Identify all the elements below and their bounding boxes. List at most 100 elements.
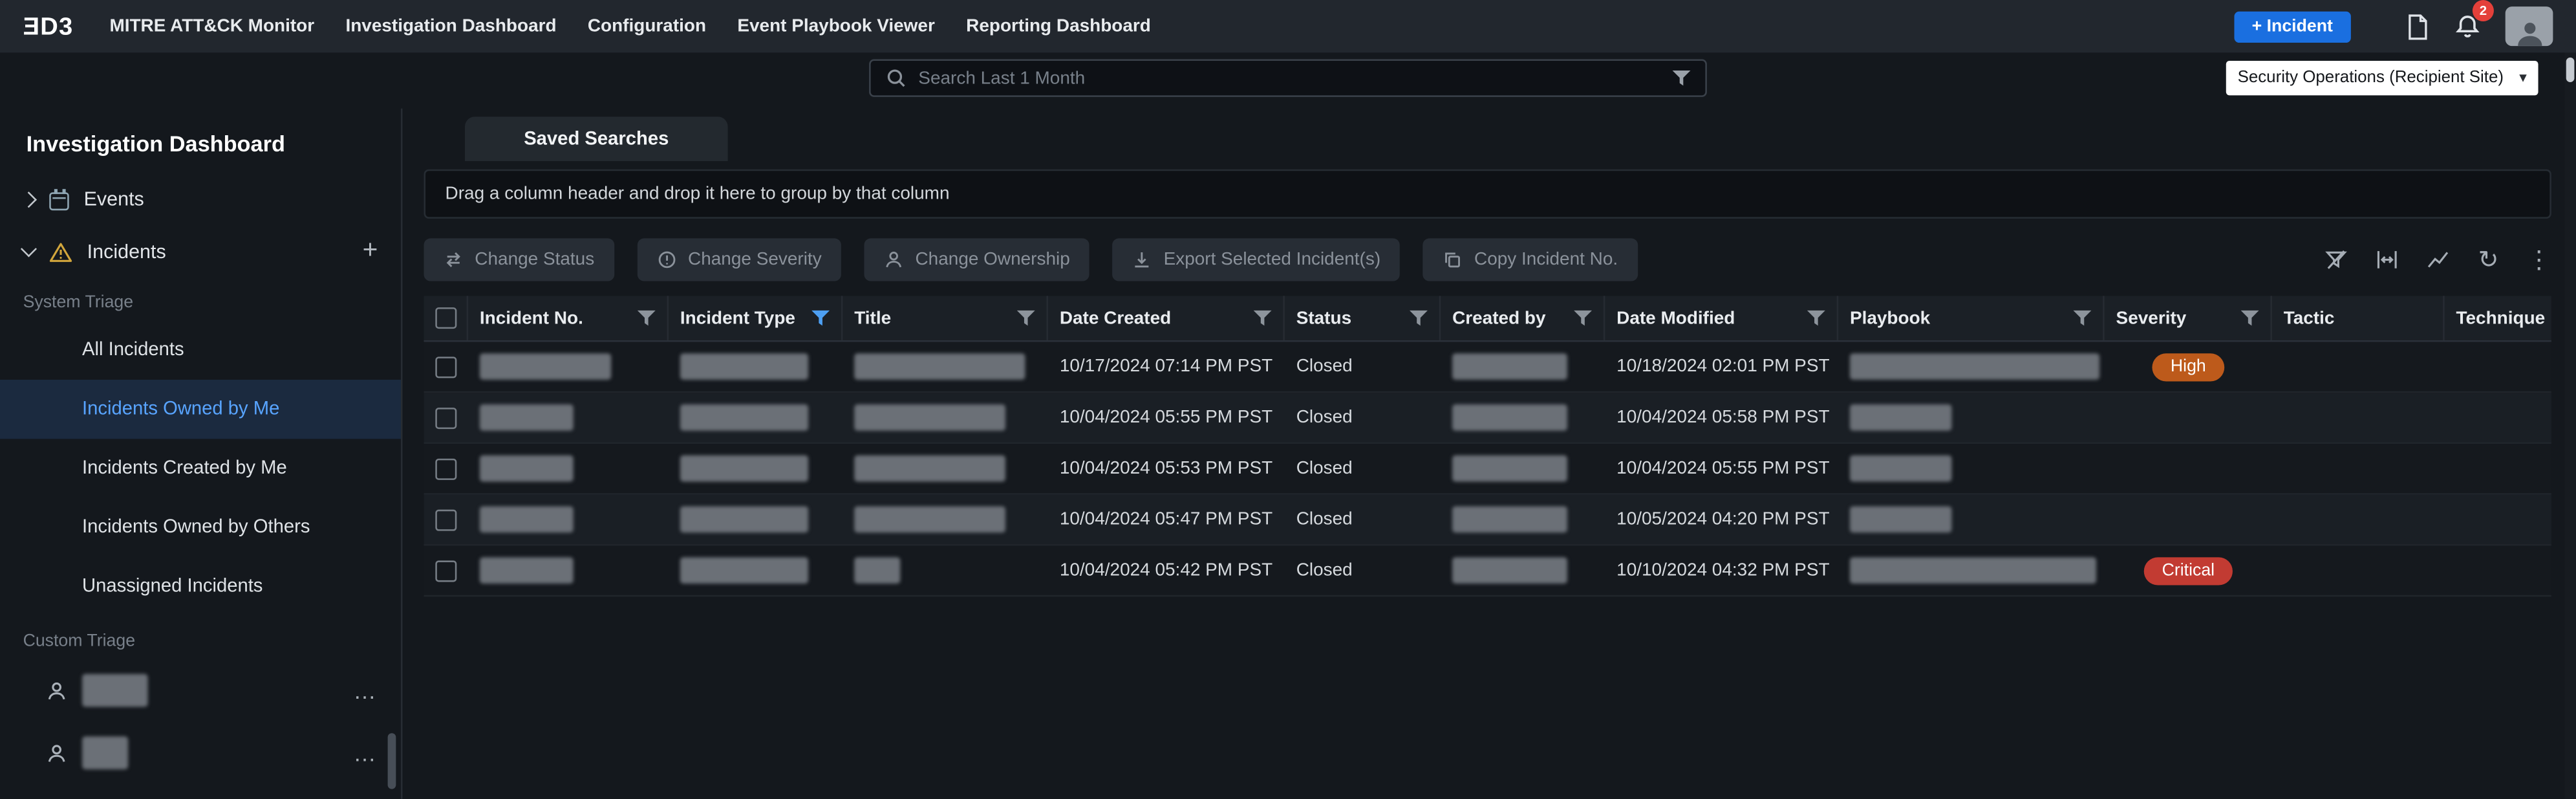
custom-triage-item[interactable]: … [0, 721, 401, 784]
sidebar-incidents-label: Incidents [87, 240, 166, 263]
filter-icon[interactable] [1574, 309, 1592, 327]
search-input[interactable] [918, 68, 1660, 87]
clear-filters-icon[interactable] [2325, 248, 2348, 272]
sidebar-item-unassigned-incidents[interactable]: Unassigned Incidents [0, 557, 401, 616]
column-header-title[interactable]: Title [843, 296, 1048, 340]
sidebar-item-all-incidents[interactable]: All Incidents [0, 320, 401, 379]
cell-date-created: 10/17/2024 07:14 PM PST [1048, 342, 1285, 391]
column-header-incident-type[interactable]: Incident Type [669, 296, 843, 340]
redacted-cell [480, 507, 574, 533]
nav-investigation-dashboard[interactable]: Investigation Dashboard [345, 16, 556, 36]
nav-configuration[interactable]: Configuration [588, 16, 706, 36]
table-row[interactable]: 10/04/2024 05:53 PM PST Closed 10/04/202… [424, 444, 2551, 495]
chevron-right-icon [21, 191, 37, 207]
redacted-cell [480, 353, 611, 380]
site-selector-dropdown[interactable]: Security Operations (Recipient Site) ▾ [2226, 61, 2538, 95]
filter-icon[interactable] [1807, 309, 1825, 327]
filter-icon[interactable] [2241, 309, 2259, 327]
export-selected-button[interactable]: Export Selected Incident(s) [1113, 238, 1401, 281]
cell-date-modified: 10/18/2024 02:01 PM PST [1605, 342, 1838, 391]
new-incident-button[interactable]: + Incident [2234, 11, 2351, 42]
cell-tactic [2272, 393, 2445, 442]
column-header-created-by[interactable]: Created by [1441, 296, 1605, 340]
chart-view-icon[interactable] [2427, 248, 2451, 272]
row-checkbox[interactable] [435, 509, 456, 530]
chevron-down-icon [21, 241, 37, 257]
cell-tactic [2272, 444, 2445, 493]
sidebar-scrollbar-thumb[interactable] [388, 733, 396, 789]
sidebar-item-incidents-created-by-me[interactable]: Incidents Created by Me [0, 439, 401, 498]
redacted-cell [854, 507, 1005, 533]
column-header-status[interactable]: Status [1285, 296, 1441, 340]
redacted-cell [480, 404, 574, 431]
row-checkbox[interactable] [435, 407, 456, 428]
redacted-cell [1452, 507, 1567, 533]
nav-mitre-attack-monitor[interactable]: MITRE ATT&CK Monitor [109, 16, 314, 36]
person-icon [46, 742, 67, 763]
column-header-tactic[interactable]: Tactic [2272, 296, 2445, 340]
swap-arrows-icon [444, 250, 463, 269]
column-header-severity[interactable]: Severity [2105, 296, 2272, 340]
table-row[interactable]: 10/04/2024 05:55 PM PST Closed 10/04/202… [424, 393, 2551, 444]
column-header-technique[interactable]: Technique [2445, 296, 2551, 340]
select-all-checkbox-cell[interactable] [424, 296, 469, 340]
sidebar-group-incidents[interactable]: Incidents + [0, 225, 401, 278]
sidebar-item-incidents-owned-by-me[interactable]: Incidents Owned by Me [0, 380, 401, 439]
main-menu: MITRE ATT&CK Monitor Investigation Dashb… [109, 16, 1150, 36]
filter-icon[interactable] [1254, 309, 1272, 327]
filter-icon[interactable] [1410, 309, 1428, 327]
redacted-cell [1850, 455, 1952, 482]
window-scrollbar-track[interactable] [2564, 52, 2576, 799]
custom-triage-item[interactable]: … [0, 659, 401, 722]
column-header-playbook[interactable]: Playbook [1838, 296, 2105, 340]
group-by-drop-zone[interactable]: Drag a column header and drop it here to… [424, 170, 2551, 219]
notification-icon[interactable]: 2 [2454, 13, 2481, 39]
sidebar-group-events[interactable]: Events [0, 173, 401, 225]
caret-down-icon: ▾ [2519, 69, 2527, 87]
copy-incident-no-button[interactable]: Copy Incident No. [1423, 238, 1637, 281]
document-icon[interactable] [2405, 12, 2430, 40]
row-checkbox[interactable] [435, 356, 456, 377]
change-status-button[interactable]: Change Status [424, 238, 614, 281]
cell-severity [2105, 444, 2272, 493]
change-ownership-button[interactable]: Change Ownership [864, 238, 1090, 281]
fit-columns-icon[interactable] [2376, 248, 2399, 272]
kebab-menu-icon[interactable]: ⋮ [2527, 247, 2551, 272]
filter-icon[interactable] [638, 309, 656, 327]
redacted-cell [854, 404, 1005, 431]
table-row[interactable]: 10/17/2024 07:14 PM PST Closed 10/18/202… [424, 342, 2551, 393]
window-scrollbar-thumb[interactable] [2566, 58, 2575, 82]
filter-icon[interactable] [2073, 309, 2091, 327]
system-triage-section-label: System Triage [0, 278, 401, 320]
user-avatar[interactable] [2506, 6, 2553, 46]
table-row[interactable]: 10/04/2024 05:42 PM PST Closed 10/10/202… [424, 546, 2551, 597]
column-header-date-created[interactable]: Date Created [1048, 296, 1285, 340]
row-checkbox[interactable] [435, 458, 456, 479]
more-options-icon[interactable]: … [353, 677, 378, 704]
tab-saved-searches[interactable]: Saved Searches [465, 116, 728, 161]
cell-tactic [2272, 495, 2445, 544]
more-options-icon[interactable]: … [353, 739, 378, 766]
select-all-checkbox[interactable] [435, 307, 456, 329]
sidebar-item-incidents-owned-by-others[interactable]: Incidents Owned by Others [0, 498, 401, 557]
nav-reporting-dashboard[interactable]: Reporting Dashboard [966, 16, 1151, 36]
column-header-incident-no[interactable]: Incident No. [468, 296, 669, 340]
search-filter-icon[interactable] [1673, 69, 1691, 87]
filter-icon[interactable] [1017, 309, 1035, 327]
add-view-button[interactable]: + [363, 238, 378, 265]
redacted-cell [854, 557, 900, 584]
cell-status: Closed [1285, 495, 1441, 544]
change-severity-button[interactable]: Change Severity [637, 238, 841, 281]
site-selector-value: Security Operations (Recipient Site) [2238, 69, 2504, 87]
cell-date-created: 10/04/2024 05:47 PM PST [1048, 495, 1285, 544]
row-checkbox[interactable] [435, 560, 456, 581]
column-header-date-modified[interactable]: Date Modified [1605, 296, 1838, 340]
cell-severity [2105, 393, 2272, 442]
nav-event-playbook-viewer[interactable]: Event Playbook Viewer [737, 16, 935, 36]
table-row[interactable]: 10/04/2024 05:47 PM PST Closed 10/05/202… [424, 495, 2551, 546]
refresh-icon[interactable]: ↻ [2478, 247, 2499, 272]
filter-icon-active[interactable] [811, 309, 830, 327]
cell-date-modified: 10/05/2024 04:20 PM PST [1605, 495, 1838, 544]
cell-date-modified: 10/04/2024 05:55 PM PST [1605, 444, 1838, 493]
custom-triage-section-label: Custom Triage [0, 617, 401, 659]
